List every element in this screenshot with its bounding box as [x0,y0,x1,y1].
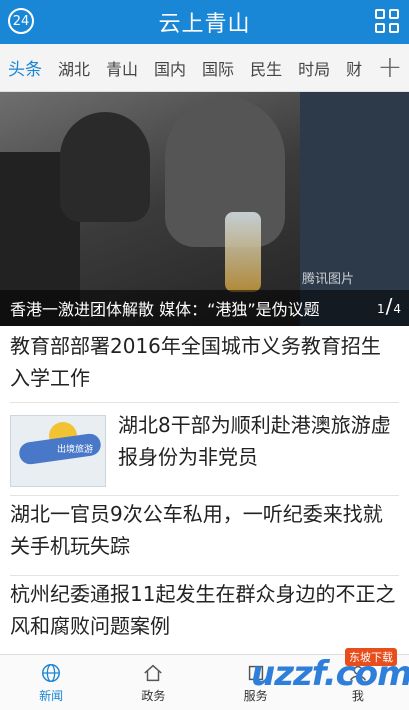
tab-livelihood[interactable]: 民生 [242,56,290,80]
nav-news-label: 新闻 [39,688,64,703]
site-watermark-logo: 东坡下载 uzzf.com [251,648,409,698]
category-tabs: 头条 湖北 青山 国内 国际 民生 时局 财 + [0,44,409,92]
hero-caption: 香港一激进团体解散 媒体：“港独”是伪议题 [10,300,320,319]
news-headline: 杭州纪委通报11起发生在群众身边的不正之风和腐败问题案例 [10,582,396,638]
nav-government-label: 政务 [141,688,166,703]
nav-government[interactable]: 政务 [102,655,204,710]
news-item[interactable]: 湖北一官员9次公车私用，一听纪委来找就关手机玩失踪 [10,498,399,576]
news-headline: 湖北一官员9次公车私用，一听纪委来找就关手机玩失踪 [10,502,383,558]
weather-badge-icon[interactable]: 24 [8,8,34,34]
tab-international[interactable]: 国际 [194,56,242,80]
photo-watermark: 腾讯图片 [302,272,355,287]
news-item[interactable]: 教育部部署2016年全国城市义务教育招生入学工作 [10,330,399,403]
logo-text: uzzf.com [251,654,409,694]
hero-carousel[interactable]: 腾讯图片 香港一激进团体解散 媒体：“港独”是伪议题 1/4 [0,92,409,326]
tab-headline[interactable]: 头条 [0,55,50,80]
page-total: 4 [393,302,401,316]
app-title: 云上青山 [158,12,251,37]
hero-photo-shape [225,212,261,292]
app-header: 24 云上青山 [0,0,409,44]
globe-icon [42,663,61,682]
thumbnail-text: 出境旅游 [57,445,94,455]
nav-news[interactable]: 新闻 [0,655,102,710]
hero-caption-bar: 香港一激进团体解散 媒体：“港独”是伪议题 [0,290,409,326]
news-thumbnail: 出境旅游 [10,415,106,487]
tab-domestic[interactable]: 国内 [146,56,194,80]
tab-hubei[interactable]: 湖北 [50,56,98,80]
news-headline: 湖北8干部为顺利赴港澳旅游虚报身份为非党员 [118,413,391,469]
tab-qingshan[interactable]: 青山 [98,56,146,80]
tab-politics[interactable]: 时局 [290,56,338,80]
news-item[interactable]: 杭州纪委通报11起发生在群众身边的不正之风和腐败问题案例 [10,578,399,654]
hero-page-counter: 1/4 [376,294,401,318]
grid-menu-icon[interactable] [375,9,399,33]
news-item[interactable]: 出境旅游 湖北8干部为顺利赴港澳旅游虚报身份为非党员 [10,405,399,496]
tabs-fade [361,44,371,91]
news-headline: 教育部部署2016年全国城市义务教育招生入学工作 [10,334,381,390]
page-current: 1 [376,302,385,316]
hero-photo-shape [60,112,150,222]
home-icon [144,664,163,681]
add-tab-icon[interactable]: + [371,44,409,91]
